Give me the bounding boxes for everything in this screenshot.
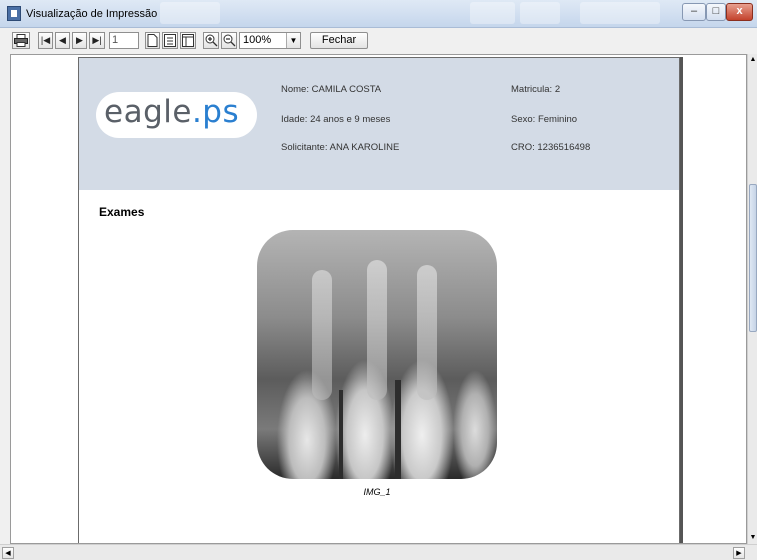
sex-value: Feminino <box>537 114 578 125</box>
single-page-icon <box>147 34 158 47</box>
first-page-button[interactable]: |◀ <box>38 32 53 49</box>
close-preview-button[interactable]: Fechar <box>310 32 368 49</box>
zoom-select[interactable]: 100% ▼ <box>239 32 301 49</box>
minimize-button[interactable]: – <box>682 3 706 21</box>
maximize-button[interactable]: □ <box>706 3 726 21</box>
page-width-button[interactable] <box>162 32 178 49</box>
report-header: eagle.ps Nome: CAMILA COSTA Idade: 24 an… <box>79 58 679 190</box>
xray-interdental-gap <box>339 390 343 479</box>
image-caption: IMG_1 <box>363 487 391 497</box>
vertical-scrollbar[interactable]: ▲ ▼ <box>747 54 757 544</box>
xray-interdental-gap <box>395 380 401 479</box>
requester-field: Solicitante: ANA KAROLINE <box>281 142 399 153</box>
maximize-icon: □ <box>712 5 720 17</box>
logo-suffix: ps <box>202 94 240 130</box>
last-page-button[interactable]: ▶| <box>89 32 105 49</box>
window-title: Visualização de Impressão <box>26 8 158 20</box>
patient-name-label: Nome: <box>281 84 309 95</box>
zoom-value: 100% <box>243 34 272 46</box>
sex-label: Sexo: <box>511 114 536 125</box>
cro-field: CRO: 1236516498 <box>511 142 590 153</box>
horizontal-scrollbar[interactable]: ◀ ▶ <box>0 544 757 560</box>
xray-tooth-root <box>367 260 387 400</box>
logo-text: eagle.ps <box>104 94 239 130</box>
xray-tooth-root <box>417 265 437 400</box>
scroll-down-icon[interactable]: ▼ <box>748 532 757 544</box>
background-window-blur <box>470 2 515 24</box>
scroll-left-icon[interactable]: ◀ <box>2 547 14 559</box>
report-page: eagle.ps Nome: CAMILA COSTA Idade: 24 an… <box>78 57 680 543</box>
previous-page-button[interactable]: ◀ <box>55 32 70 49</box>
registration-field: Matricula: 2 <box>511 84 560 95</box>
chevron-down-icon: ▼ <box>286 33 300 48</box>
printer-icon <box>14 34 28 47</box>
close-icon: x <box>736 5 743 17</box>
background-window-blur <box>580 2 660 24</box>
vertical-scroll-thumb[interactable] <box>749 184 757 332</box>
logo-dot: . <box>191 94 203 130</box>
single-page-button[interactable] <box>145 32 160 49</box>
patient-age: 24 anos e 9 meses <box>310 114 391 125</box>
exams-section-title: Exames <box>99 205 145 219</box>
patient-name: CAMILA COSTA <box>311 84 382 95</box>
page-width-icon <box>164 34 176 47</box>
scroll-right-icon[interactable]: ▶ <box>733 547 745 559</box>
background-window-blur <box>160 2 220 24</box>
registration-value: 2 <box>554 84 561 95</box>
registration-label: Matricula: <box>511 84 553 95</box>
preview-toolbar: |◀ ◀ ▶ ▶| 1 100% ▼ Fechar <box>0 29 757 53</box>
preview-viewport[interactable]: eagle.ps Nome: CAMILA COSTA Idade: 24 an… <box>10 54 747 544</box>
zoom-in-icon <box>205 34 217 47</box>
cro-value: 1236516498 <box>537 142 591 153</box>
page-number-input[interactable]: 1 <box>109 32 139 49</box>
zoom-out-button[interactable] <box>221 32 237 49</box>
sex-field: Sexo: Feminino <box>511 114 577 125</box>
print-preview-icon <box>7 6 21 21</box>
minimize-icon: – <box>690 5 698 17</box>
patient-name-field: Nome: CAMILA COSTA <box>281 84 381 95</box>
window-titlebar: Visualização de Impressão – □ x <box>0 0 757 28</box>
close-window-button[interactable]: x <box>726 3 753 21</box>
scroll-up-icon[interactable]: ▲ <box>748 54 757 66</box>
requester-name: ANA KAROLINE <box>329 142 400 153</box>
background-window-blur <box>520 2 560 24</box>
zoom-out-icon <box>223 34 235 47</box>
multi-page-icon <box>182 34 194 47</box>
logo-prefix: eagle <box>104 94 192 130</box>
zoom-in-button[interactable] <box>203 32 219 49</box>
patient-age-label: Idade: <box>281 114 308 125</box>
multi-page-button[interactable] <box>180 32 196 49</box>
dental-xray-image <box>257 230 497 479</box>
print-button[interactable] <box>12 32 30 49</box>
requester-label: Solicitante: <box>281 142 328 153</box>
xray-tooth-root <box>312 270 332 400</box>
cro-label: CRO: <box>511 142 535 153</box>
next-page-button[interactable]: ▶ <box>72 32 87 49</box>
patient-age-field: Idade: 24 anos e 9 meses <box>281 114 390 125</box>
eagle-ps-logo: eagle.ps <box>96 92 257 138</box>
